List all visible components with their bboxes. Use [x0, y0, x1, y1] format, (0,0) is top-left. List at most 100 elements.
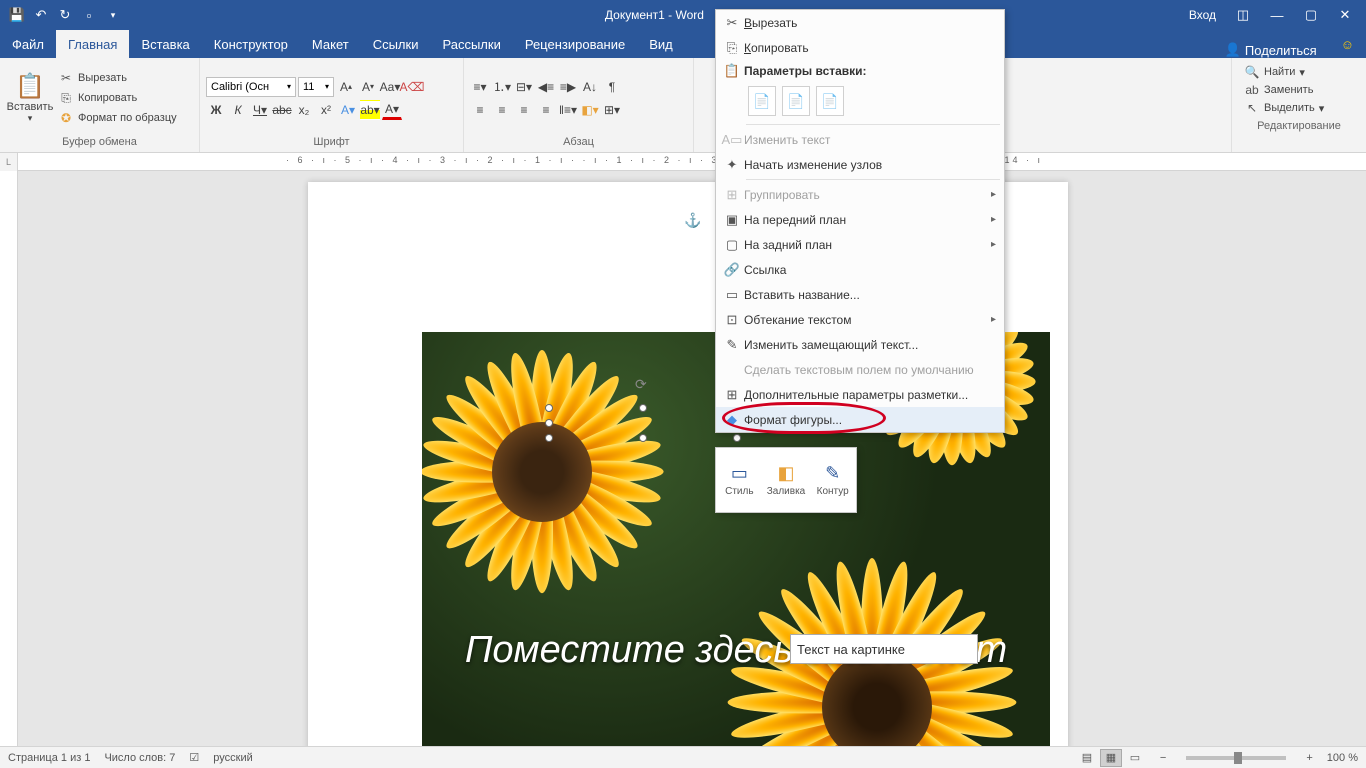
resize-handle[interactable] — [545, 404, 553, 412]
replace-button[interactable]: abЗаменить — [1244, 82, 1354, 98]
align-right-icon[interactable]: ≡ — [514, 100, 534, 120]
font-size-select[interactable]: 11▾ — [298, 77, 334, 97]
text-effects-icon[interactable]: A▾ — [338, 100, 358, 120]
status-page[interactable]: Страница 1 из 1 — [8, 752, 90, 764]
resize-handle[interactable] — [733, 434, 741, 442]
paste-option-3[interactable]: 📄 — [816, 86, 844, 116]
resize-handle[interactable] — [639, 404, 647, 412]
clear-format-icon[interactable]: A⌫ — [402, 77, 422, 97]
justify-icon[interactable]: ≡ — [536, 100, 556, 120]
status-words[interactable]: Число слов: 7 — [104, 752, 175, 764]
grow-font-icon[interactable]: A▴ — [336, 77, 356, 97]
strike-button[interactable]: abc — [272, 100, 292, 120]
ruler-vertical[interactable] — [0, 171, 18, 746]
document-canvas[interactable]: ⚓ /*rendered below*/ Поместите здесь ваш… — [18, 171, 1366, 746]
tab-view[interactable]: Вид — [637, 30, 685, 58]
numbering-icon[interactable]: ⒈▾ — [492, 77, 512, 97]
undo-icon[interactable]: ↶ — [30, 4, 52, 26]
underline-button[interactable]: Ч▾ — [250, 100, 270, 120]
view-web-icon[interactable]: ▭ — [1124, 749, 1146, 767]
ribbon-display-icon[interactable]: ◫ — [1226, 0, 1260, 30]
bullets-icon[interactable]: ≡▾ — [470, 77, 490, 97]
italic-button[interactable]: К — [228, 100, 248, 120]
zoom-out-icon[interactable]: − — [1160, 752, 1166, 764]
zoom-level[interactable]: 100 % — [1327, 752, 1358, 764]
paste-option-2[interactable]: 📄 — [782, 86, 810, 116]
login-link[interactable]: Вход — [1179, 8, 1226, 22]
shrink-font-icon[interactable]: A▾ — [358, 77, 378, 97]
ctx-bring-front[interactable]: ▣На передний план▸ — [716, 207, 1004, 232]
superscript-button[interactable]: x² — [316, 100, 336, 120]
ruler-horizontal[interactable]: · 6 · ı · 5 · ı · 4 · ı · 3 · ı · 2 · ı … — [18, 153, 1366, 170]
share-button[interactable]: 👤Поделиться — [1213, 42, 1329, 58]
status-proofing-icon[interactable]: ☑ — [189, 751, 199, 764]
scissors-icon: ✂ — [58, 70, 74, 86]
tab-insert[interactable]: Вставка — [129, 30, 201, 58]
status-lang[interactable]: русский — [213, 752, 252, 764]
redo-icon[interactable]: ↻ — [54, 4, 76, 26]
ctx-alt-text[interactable]: ✎Изменить замещающий текст... — [716, 332, 1004, 357]
change-case-icon[interactable]: Aa▾ — [380, 77, 400, 97]
cut-button[interactable]: ✂Вырезать — [56, 69, 179, 87]
view-read-icon[interactable]: ▤ — [1076, 749, 1098, 767]
zoom-in-icon[interactable]: + — [1306, 752, 1312, 764]
new-doc-icon[interactable]: ▫ — [78, 4, 100, 26]
subscript-button[interactable]: x₂ — [294, 100, 314, 120]
tab-review[interactable]: Рецензирование — [513, 30, 637, 58]
ctx-more-layout[interactable]: ⊞Дополнительные параметры разметки... — [716, 382, 1004, 407]
align-center-icon[interactable]: ≡ — [492, 100, 512, 120]
select-button[interactable]: ↖Выделить ▾ — [1244, 100, 1354, 116]
zoom-slider[interactable] — [1186, 756, 1286, 760]
shading-icon[interactable]: ◧▾ — [580, 100, 600, 120]
ctx-wrap-text[interactable]: ⊡Обтекание текстом▸ — [716, 307, 1004, 332]
view-print-icon[interactable]: ▦ — [1100, 749, 1122, 767]
close-icon[interactable]: ✕ — [1328, 0, 1362, 30]
line-spacing-icon[interactable]: ‖≡▾ — [558, 100, 578, 120]
link-icon: 🔗 — [720, 262, 744, 278]
format-painter-button[interactable]: ✪Формат по образцу — [56, 109, 179, 127]
borders-icon[interactable]: ⊞▾ — [602, 100, 622, 120]
resize-handle[interactable] — [545, 419, 553, 427]
tab-layout[interactable]: Макет — [300, 30, 361, 58]
multilevel-icon[interactable]: ⊟▾ — [514, 77, 534, 97]
tab-references[interactable]: Ссылки — [361, 30, 431, 58]
tab-file[interactable]: Файл — [0, 30, 56, 58]
save-icon[interactable]: 💾 — [6, 4, 28, 26]
ctx-cut[interactable]: ✂Вырезать — [716, 10, 1004, 35]
copy-button[interactable]: ⎘Копировать — [56, 89, 179, 107]
mt-style[interactable]: ▭Стиль — [716, 448, 763, 512]
paste-option-1[interactable]: 📄 — [748, 86, 776, 116]
font-color-icon[interactable]: A▾ — [382, 100, 402, 120]
find-button[interactable]: 🔍Найти ▾ — [1244, 64, 1354, 80]
ctx-format-shape[interactable]: ◆Формат фигуры... — [716, 407, 1004, 432]
highlight-icon[interactable]: ab▾ — [360, 100, 380, 120]
show-marks-icon[interactable]: ¶ — [602, 77, 622, 97]
style-icon: ▭ — [731, 463, 748, 484]
inc-indent-icon[interactable]: ≡▶ — [558, 77, 578, 97]
tab-home[interactable]: Главная — [56, 30, 129, 58]
tab-design[interactable]: Конструктор — [202, 30, 300, 58]
qat-customize-icon[interactable]: ▾ — [102, 4, 124, 26]
ctx-edit-points[interactable]: ✦Начать изменение узлов — [716, 152, 1004, 177]
resize-handle[interactable] — [639, 434, 647, 442]
ctx-insert-caption[interactable]: ▭Вставить название... — [716, 282, 1004, 307]
emoji-icon[interactable]: ☺ — [1329, 30, 1366, 58]
bold-button[interactable]: Ж — [206, 100, 226, 120]
align-left-icon[interactable]: ≡ — [470, 100, 490, 120]
rotate-handle-icon[interactable]: ⟳ — [635, 376, 651, 392]
dec-indent-icon[interactable]: ◀≡ — [536, 77, 556, 97]
font-name-select[interactable]: Calibri (Осн▾ — [206, 77, 296, 97]
tab-mailings[interactable]: Рассылки — [430, 30, 512, 58]
mt-fill[interactable]: ◧Заливка — [763, 448, 810, 512]
ctx-link[interactable]: 🔗Ссылка — [716, 257, 1004, 282]
paste-button[interactable]: 📋 Вставить ▾ — [6, 72, 54, 124]
minimize-icon[interactable]: — — [1260, 0, 1294, 30]
textbox[interactable]: Текст на картинке — [790, 634, 978, 664]
maximize-icon[interactable]: ▢ — [1294, 0, 1328, 30]
resize-handle[interactable] — [545, 434, 553, 442]
sort-icon[interactable]: A↓ — [580, 77, 600, 97]
search-icon: 🔍 — [1244, 64, 1260, 80]
ctx-send-back[interactable]: ▢На задний план▸ — [716, 232, 1004, 257]
ctx-copy[interactable]: ⎘Копировать — [716, 35, 1004, 60]
mt-outline[interactable]: ✎Контур — [809, 448, 856, 512]
